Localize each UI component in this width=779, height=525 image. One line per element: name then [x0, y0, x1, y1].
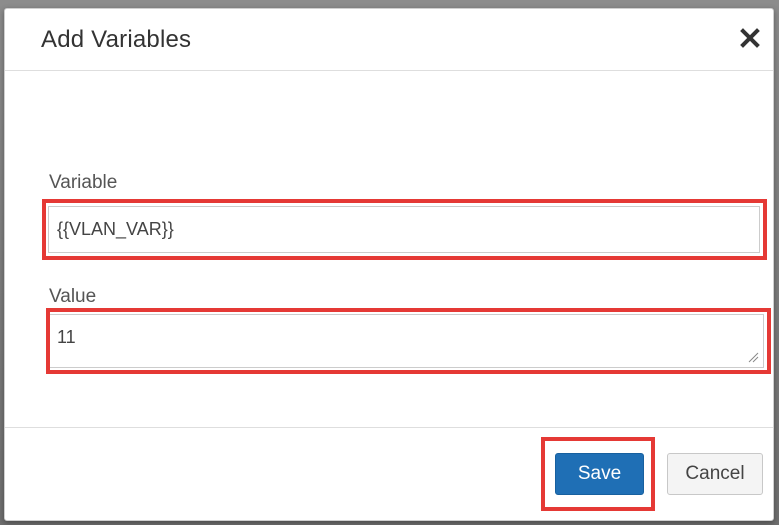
value-label: Value: [49, 286, 97, 307]
variable-label: Variable: [49, 172, 118, 193]
dialog-header: Add Variables: [5, 9, 773, 71]
resize-grip-icon[interactable]: [747, 351, 759, 363]
footer-divider: [5, 427, 773, 428]
value-text: 11: [57, 327, 76, 347]
dialog-title: Add Variables: [41, 26, 192, 53]
add-variables-dialog: Add Variables Variable Value 11 Save Can…: [4, 8, 774, 521]
cancel-button[interactable]: Cancel: [667, 453, 763, 495]
close-button[interactable]: [735, 23, 765, 53]
variable-input[interactable]: [48, 206, 760, 253]
close-icon: [740, 28, 760, 48]
save-button[interactable]: Save: [555, 453, 644, 495]
value-textarea[interactable]: 11: [48, 314, 764, 368]
